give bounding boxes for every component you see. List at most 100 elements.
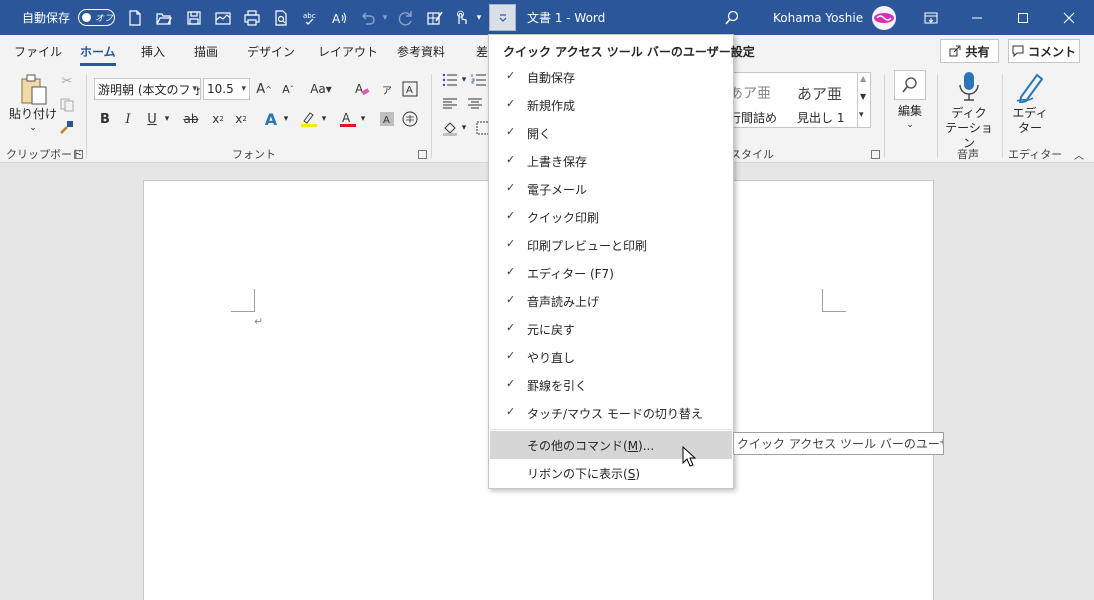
undo-dropdown-chevron-icon[interactable]: ▾ bbox=[380, 0, 390, 35]
text-effects-icon[interactable]: A bbox=[260, 108, 282, 130]
editing-dropdown-chevron-icon[interactable]: ⌄ bbox=[890, 118, 930, 133]
phonetic-guide-icon[interactable]: ア bbox=[376, 78, 398, 100]
font-launcher-icon[interactable] bbox=[418, 150, 427, 159]
collapse-ribbon-chevron-up-icon[interactable]: ︿ bbox=[1072, 148, 1086, 162]
avatar[interactable] bbox=[872, 6, 896, 30]
chevron-up-icon[interactable]: ▲ bbox=[860, 74, 866, 83]
clear-formatting-icon[interactable]: A bbox=[351, 78, 373, 100]
user-name[interactable]: Kohama Yoshie bbox=[773, 0, 863, 35]
read-aloud-icon[interactable]: A bbox=[328, 0, 350, 35]
superscript-icon[interactable]: x2 bbox=[230, 108, 252, 130]
tab-design[interactable]: デザイン bbox=[247, 43, 295, 60]
styles-scroll[interactable]: ▲ ▼ ▾ bbox=[857, 72, 871, 128]
copy-icon[interactable] bbox=[56, 94, 78, 116]
menu-item-qat-command[interactable]: ✓ 印刷プレビューと印刷 bbox=[490, 231, 732, 259]
menu-item-qat-command[interactable]: ✓ エディター (F7) bbox=[490, 259, 732, 287]
quick-print-icon[interactable] bbox=[241, 0, 263, 35]
email-icon[interactable] bbox=[212, 0, 234, 35]
styles-gallery[interactable]: あア亜 行間詰め あア亜 見出し 1 bbox=[728, 72, 858, 128]
font-color-icon[interactable]: A bbox=[337, 108, 359, 130]
style-heading1-name[interactable]: 見出し 1 bbox=[797, 109, 844, 126]
customize-qat-button[interactable] bbox=[489, 4, 516, 31]
character-shading-icon[interactable]: A bbox=[376, 108, 398, 130]
align-center-icon[interactable] bbox=[464, 93, 486, 115]
format-painter-icon[interactable] bbox=[56, 116, 78, 138]
character-border-icon[interactable]: A bbox=[399, 78, 421, 100]
share-button[interactable]: 共有 bbox=[940, 39, 999, 63]
touch-mode-icon[interactable] bbox=[450, 0, 472, 35]
paste-icon[interactable] bbox=[18, 72, 50, 108]
tab-insert[interactable]: 挿入 bbox=[141, 43, 165, 60]
shrink-font-icon[interactable]: Aˇ bbox=[277, 78, 299, 100]
font-color-dropdown-icon[interactable]: ▾ bbox=[357, 108, 369, 130]
editing-label[interactable]: 編集 bbox=[890, 104, 930, 119]
editor-pen-icon[interactable] bbox=[1013, 70, 1047, 104]
undo-icon[interactable] bbox=[357, 0, 379, 35]
clipboard-launcher-icon[interactable] bbox=[74, 150, 83, 159]
new-document-icon[interactable] bbox=[124, 0, 146, 35]
autosave-toggle[interactable]: オフ bbox=[78, 9, 115, 26]
menu-item-qat-command[interactable]: ✓ 開く bbox=[490, 119, 732, 147]
highlight-icon[interactable] bbox=[298, 108, 320, 130]
strikethrough-icon[interactable]: ab bbox=[180, 108, 202, 130]
cut-icon[interactable]: ✂ bbox=[56, 70, 78, 92]
italic-icon[interactable]: I bbox=[117, 108, 139, 130]
menu-item-qat-command[interactable]: ✓ クイック印刷 bbox=[490, 203, 732, 231]
open-folder-icon[interactable] bbox=[153, 0, 175, 35]
editor-label-line2[interactable]: ター bbox=[1008, 121, 1052, 136]
change-case-icon[interactable]: Aa▾ bbox=[306, 78, 336, 100]
editor-label-line1[interactable]: エディ bbox=[1008, 106, 1052, 121]
paste-label[interactable]: 貼り付け bbox=[9, 107, 57, 122]
font-size-combo[interactable]: 10.5 ▾ bbox=[203, 78, 250, 100]
editing-search-icon[interactable] bbox=[894, 70, 926, 100]
chevron-down-icon[interactable]: ▼ bbox=[860, 92, 866, 101]
menu-item-qat-command[interactable]: ✓ 電子メール bbox=[490, 175, 732, 203]
save-icon[interactable] bbox=[183, 0, 205, 35]
enclose-characters-icon[interactable] bbox=[399, 108, 421, 130]
menu-item-qat-command[interactable]: ✓ やり直し bbox=[490, 343, 732, 371]
search-icon[interactable] bbox=[720, 0, 744, 35]
font-size-value: 10.5 bbox=[207, 82, 234, 96]
menu-item-qat-command[interactable]: ✓ 元に戻す bbox=[490, 315, 732, 343]
bold-icon[interactable]: B bbox=[94, 108, 116, 130]
ribbon-display-options-icon[interactable] bbox=[908, 0, 954, 35]
font-name-dropdown-icon[interactable]: ▾ bbox=[190, 84, 197, 94]
tab-draw[interactable]: 描画 bbox=[194, 43, 218, 60]
tab-file[interactable]: ファイル bbox=[14, 43, 62, 60]
menu-item-qat-command[interactable]: ✓ 自動保存 bbox=[490, 63, 732, 91]
microphone-icon[interactable] bbox=[954, 70, 984, 104]
paste-dropdown-chevron-icon[interactable]: ⌄ bbox=[9, 121, 57, 136]
tab-mailings[interactable]: 差 bbox=[476, 43, 488, 60]
menu-item-qat-command[interactable]: ✓ 音声読み上げ bbox=[490, 287, 732, 315]
touch-mode-dropdown-chevron-icon[interactable]: ▾ bbox=[474, 0, 484, 35]
highlight-dropdown-icon[interactable]: ▾ bbox=[318, 108, 330, 130]
numbering-icon[interactable] bbox=[468, 69, 490, 91]
draw-table-icon[interactable] bbox=[424, 0, 446, 35]
grow-font-icon[interactable]: A ^ bbox=[253, 78, 275, 100]
font-size-dropdown-icon[interactable]: ▾ bbox=[241, 84, 246, 94]
font-name-combo[interactable]: 游明朝 (本文のフォ ▾ bbox=[94, 78, 201, 100]
tab-home[interactable]: ホーム bbox=[80, 43, 116, 66]
dictate-label-line1[interactable]: ディク bbox=[944, 106, 994, 121]
menu-item-qat-command[interactable]: ✓ 上書き保存 bbox=[490, 147, 732, 175]
underline-dropdown-icon[interactable]: ▾ bbox=[160, 108, 174, 130]
menu-item-qat-command[interactable]: ✓ 新規作成 bbox=[490, 91, 732, 119]
maximize-icon[interactable] bbox=[1000, 0, 1046, 35]
styles-launcher-icon[interactable] bbox=[871, 150, 880, 159]
menu-item-qat-command[interactable]: ✓ 罫線を引く bbox=[490, 371, 732, 399]
text-effects-dropdown-icon[interactable]: ▾ bbox=[280, 108, 292, 130]
align-left-icon[interactable] bbox=[439, 93, 461, 115]
style-no-spacing-name[interactable]: 行間詰め bbox=[729, 109, 777, 126]
print-preview-icon[interactable] bbox=[270, 0, 292, 35]
tab-references[interactable]: 参考資料 bbox=[397, 43, 445, 60]
menu-item-qat-command[interactable]: ✓ タッチ/マウス モードの切り替え bbox=[490, 399, 732, 427]
styles-more-icon[interactable]: ▾ bbox=[859, 110, 864, 120]
spelling-abc-icon[interactable]: abc bbox=[299, 0, 321, 35]
tab-layout[interactable]: レイアウト bbox=[318, 43, 378, 60]
subscript-icon[interactable]: x2 bbox=[207, 108, 229, 130]
comment-button[interactable]: コメント bbox=[1008, 39, 1080, 63]
minimize-icon[interactable] bbox=[954, 0, 1000, 35]
redo-icon[interactable] bbox=[395, 0, 417, 35]
shading-dropdown-icon[interactable]: ▾ bbox=[458, 117, 470, 139]
close-icon[interactable] bbox=[1046, 0, 1092, 35]
